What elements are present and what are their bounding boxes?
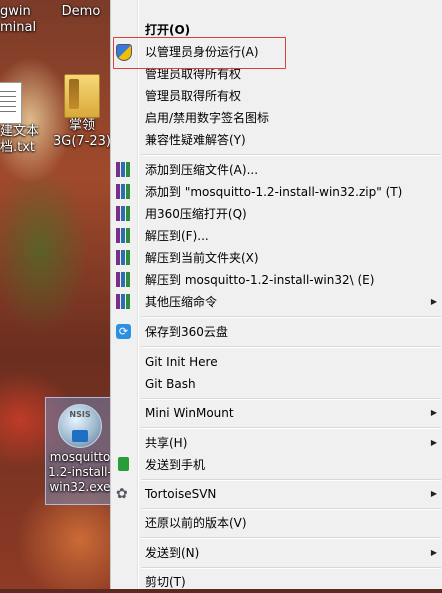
desktop-icon-label: 建文本 (0, 124, 40, 139)
desktop-icon-zhangling[interactable]: 掌领 3G(7-23) (52, 74, 112, 150)
menu-separator (141, 154, 441, 156)
highlight-annotation-box (113, 37, 286, 69)
menu-item-extract-here[interactable]: 解压到当前文件夹(X) (111, 247, 442, 269)
menu-item-label: 管理员取得所有权 (145, 89, 242, 103)
menu-item-label: 启用/禁用数字签名图标 (145, 111, 270, 125)
menu-item-git-init[interactable]: Git Init Here (111, 351, 442, 373)
menu-item-digital-signature[interactable]: 启用/禁用数字签名图标 (111, 107, 442, 129)
menu-item-send-to[interactable]: 发送到(N) ▶ (111, 542, 442, 564)
menu-item-label: 添加到压缩文件(A)... (145, 163, 259, 177)
menu-item-label: 其他压缩命令 (145, 295, 218, 309)
menu-item-restore-previous[interactable]: 还原以前的版本(V) (111, 512, 442, 534)
menu-item-label: 用360压缩打开(Q) (145, 207, 247, 221)
menu-separator (141, 567, 441, 569)
menu-item-label: 解压到(F)... (145, 229, 209, 243)
menu-separator (141, 346, 441, 348)
desktop-icon-label: win32.exe (49, 480, 111, 494)
desktop-icon-new-text-file[interactable]: 建文本 档.txt (0, 82, 40, 156)
winrar-icon (116, 272, 132, 288)
menu-item-take-ownership-2[interactable]: 管理员取得所有权 (111, 85, 442, 107)
menu-item-label: 剪切(T) (145, 575, 186, 589)
menu-item-compat-troubleshoot[interactable]: 兼容性疑难解答(Y) (111, 129, 442, 151)
menu-separator (141, 479, 441, 481)
installer-icon: NSIS (58, 404, 102, 448)
menu-item-other-compress[interactable]: 其他压缩命令 ▶ (111, 291, 442, 313)
menu-separator (141, 398, 441, 400)
menu-item-extract-to-folder[interactable]: 解压到 mosquitto-1.2-install-win32\ (E) (111, 269, 442, 291)
menu-item-share[interactable]: 共享(H) ▶ (111, 432, 442, 454)
submenu-arrow-icon: ▶ (430, 489, 437, 498)
submenu-arrow-icon: ▶ (430, 408, 437, 417)
menu-item-git-bash[interactable]: Git Bash (111, 373, 442, 395)
submenu-arrow-icon: ▶ (430, 297, 437, 306)
winrar-icon (116, 228, 132, 244)
menu-separator (141, 316, 441, 318)
menu-item-label: 发送到(N) (145, 546, 200, 560)
desktop-icon-label: Demo (61, 4, 101, 19)
desktop-icon-demo[interactable]: Demo (58, 4, 104, 20)
menu-item-send-to-phone[interactable]: 发送到手机 (111, 454, 442, 476)
menu-item-label: 还原以前的版本(V) (145, 516, 247, 530)
menu-item-label: 兼容性疑难解答(Y) (145, 133, 246, 147)
desktop-icon-cygwin[interactable]: gwin minal (0, 4, 40, 36)
menu-separator (141, 508, 441, 510)
menu-item-label: Git Bash (145, 377, 196, 391)
context-menu: 打开(O) 以管理员身份运行(A) 管理员取得所有权 管理员取得所有权 启用/禁… (110, 0, 442, 589)
winrar-icon (116, 162, 132, 178)
menu-item-label: Git Init Here (145, 355, 218, 369)
menu-item-mini-winmount[interactable]: Mini WinMount ▶ (111, 402, 442, 424)
menu-item-label: 添加到 "mosquitto-1.2-install-win32.zip" (T… (145, 185, 403, 199)
submenu-arrow-icon: ▶ (430, 438, 437, 447)
menu-item-add-to-archive[interactable]: 添加到压缩文件(A)... (111, 159, 442, 181)
desktop-icon-label: minal (0, 20, 37, 35)
desktop-icon-label: 3G(7-23) (53, 134, 111, 149)
menu-item-open-with-360zip[interactable]: 用360压缩打开(Q) (111, 203, 442, 225)
desktop-icon-label: 档.txt (0, 140, 36, 155)
desktop-icon-label: 1.2-install- (48, 465, 112, 479)
menu-item-cut[interactable]: 剪切(T) (111, 571, 442, 593)
tortoisesvn-icon: ✿ (116, 486, 128, 502)
menu-item-label: TortoiseSVN (145, 487, 217, 501)
text-file-icon (0, 82, 22, 124)
desktop-icon-label: 掌领 (68, 118, 95, 133)
winrar-icon (116, 184, 132, 200)
menu-item-add-to-zip[interactable]: 添加到 "mosquitto-1.2-install-win32.zip" (T… (111, 181, 442, 203)
menu-item-label: 解压到当前文件夹(X) (145, 251, 259, 265)
menu-separator (141, 427, 441, 429)
cloud-icon: ⟳ (116, 324, 132, 340)
menu-item-label: 保存到360云盘 (145, 325, 228, 339)
menu-item-label: Mini WinMount (145, 406, 234, 420)
menu-item-label: 共享(H) (145, 436, 188, 450)
desktop-icon-label: mosquitto (49, 450, 111, 464)
menu-separator (141, 537, 441, 539)
phone-icon (116, 457, 132, 473)
menu-item-extract-to[interactable]: 解压到(F)... (111, 225, 442, 247)
winrar-icon (116, 250, 132, 266)
menu-item-label: 解压到 mosquitto-1.2-install-win32\ (E) (145, 273, 375, 287)
folder-icon (64, 74, 100, 118)
winrar-icon (116, 206, 132, 222)
menu-item-label: 发送到手机 (145, 458, 206, 472)
submenu-arrow-icon: ▶ (430, 548, 437, 557)
menu-item-save-to-360-cloud[interactable]: ⟳ 保存到360云盘 (111, 321, 442, 343)
menu-item-tortoisesvn[interactable]: ✿ TortoiseSVN ▶ (111, 483, 442, 505)
desktop-icon-label: gwin (0, 4, 31, 19)
winrar-icon (116, 294, 132, 310)
desktop-icon-mosquitto-installer[interactable]: NSIS mosquitto 1.2-install- win32.exe (45, 397, 115, 505)
